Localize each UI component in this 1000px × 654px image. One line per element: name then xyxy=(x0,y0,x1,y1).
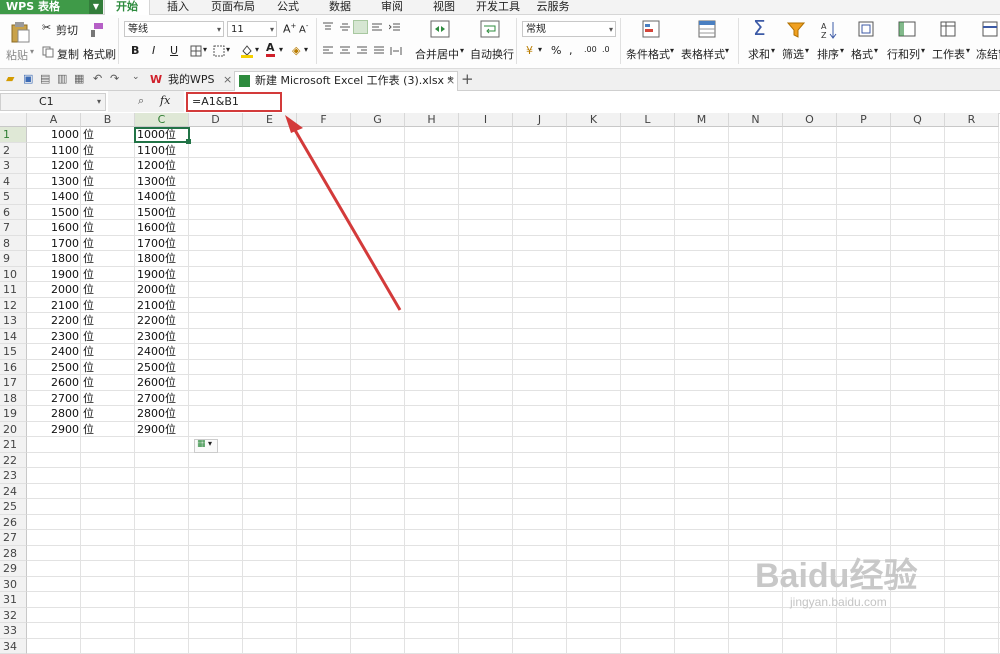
annotation-arrow-icon xyxy=(285,115,402,311)
